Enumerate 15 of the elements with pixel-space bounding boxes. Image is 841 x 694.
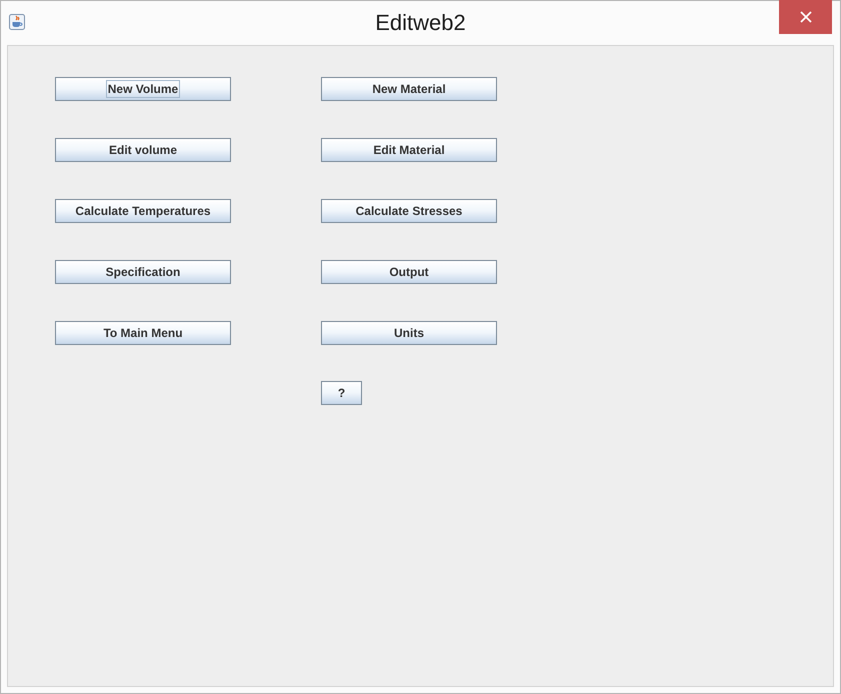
close-icon bbox=[800, 11, 812, 23]
menu-button[interactable]: Output bbox=[321, 260, 497, 284]
menu-button[interactable]: Units bbox=[321, 321, 497, 345]
menu-button[interactable]: Calculate Temperatures bbox=[55, 199, 231, 223]
menu-button[interactable]: New Volume bbox=[55, 77, 231, 101]
close-button[interactable] bbox=[779, 0, 832, 34]
menu-button[interactable]: Edit Material bbox=[321, 138, 497, 162]
window-title: Editweb2 bbox=[375, 9, 466, 37]
menu-button[interactable]: Specification bbox=[55, 260, 231, 284]
menu-button[interactable]: Calculate Stresses bbox=[321, 199, 497, 223]
menu-button[interactable]: Edit volume bbox=[55, 138, 231, 162]
menu-button[interactable]: To Main Menu bbox=[55, 321, 231, 345]
menu-button[interactable]: ? bbox=[321, 381, 362, 405]
coffee-cup-icon bbox=[9, 14, 25, 30]
menu-button[interactable]: New Material bbox=[321, 77, 497, 101]
